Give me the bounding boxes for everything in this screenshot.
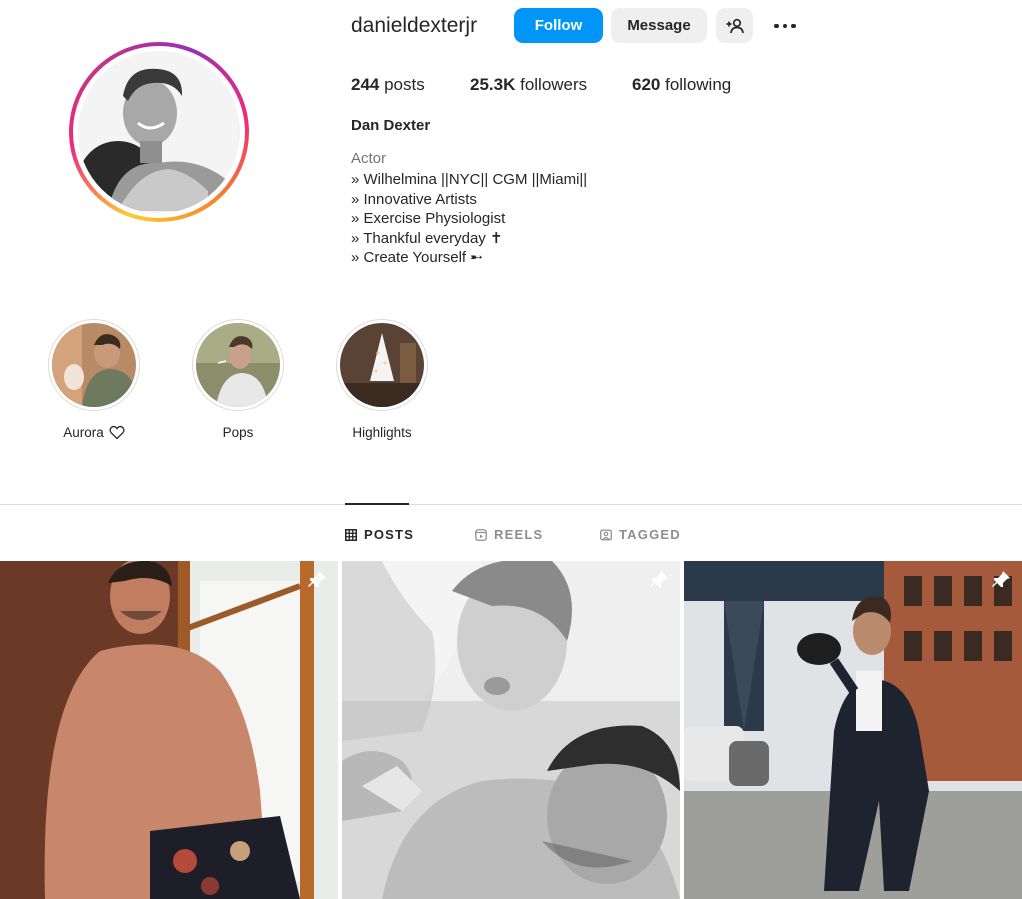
bio-line: » Create Yourself ➸ [351, 249, 483, 267]
dot [791, 23, 796, 29]
post-thumbnail[interactable] [684, 561, 1022, 899]
profile-category: Actor [351, 150, 387, 167]
tab-posts-label: POSTS [364, 527, 415, 542]
story-highlight-aurora[interactable]: Aurora [46, 319, 142, 440]
tab-reels-label: REELS [494, 527, 544, 542]
pinned-post-icon [306, 569, 328, 596]
avatar-frame [73, 46, 245, 218]
post-thumbnail[interactable] [342, 561, 680, 899]
highlight-cover-image [196, 323, 280, 407]
posts-count-label: posts [379, 75, 425, 94]
bio-line: » Wilhelmina ||NYC|| CGM ||Miami|| [351, 171, 588, 188]
following-count[interactable]: 620 following [632, 75, 731, 95]
highlight-label: Highlights [334, 425, 430, 440]
followers-count[interactable]: 25.3K followers [470, 75, 587, 95]
highlight-cover-image [340, 323, 424, 407]
highlight-cover-image [52, 323, 136, 407]
highlight-label-text: Aurora [63, 425, 104, 440]
bio-line: » Exercise Physiologist [351, 210, 506, 228]
followers-count-value: 25.3K [470, 75, 516, 94]
message-button[interactable]: Message [611, 8, 707, 43]
profile-username: danieldexterjr [351, 14, 478, 37]
followers-count-label: followers [515, 75, 588, 94]
tab-reels[interactable]: REELS [475, 527, 543, 542]
tab-tagged[interactable]: TAGGED [600, 527, 681, 542]
following-count-label: following [660, 75, 732, 94]
more-options-icon[interactable] [770, 14, 800, 38]
profile-bio: » Wilhelmina ||NYC|| CGM ||Miami|| » Inn… [351, 170, 587, 268]
highlight-cover [52, 323, 136, 407]
follow-button[interactable]: Follow [514, 8, 603, 43]
bio-line: » Innovative Artists [351, 190, 477, 208]
highlight-ring [192, 319, 284, 411]
highlight-label: Aurora [46, 425, 142, 440]
posts-count[interactable]: 244 posts [351, 75, 425, 95]
tagged-icon [600, 529, 612, 540]
avatar[interactable] [78, 51, 240, 213]
highlight-cover [340, 323, 424, 407]
dot [774, 23, 779, 29]
post-image [684, 561, 1022, 899]
profile-avatar-story-ring[interactable] [69, 42, 249, 222]
profile-full-name: Dan Dexter [351, 117, 431, 134]
highlight-ring [48, 319, 140, 411]
story-highlight-pops[interactable]: Pops [190, 319, 286, 440]
pinned-post-icon [990, 569, 1012, 596]
tab-posts[interactable]: POSTS [345, 527, 414, 542]
avatar-photo [78, 51, 238, 213]
add-user-button[interactable] [716, 8, 753, 43]
tab-tagged-label: TAGGED [619, 527, 681, 542]
grid-icon [345, 528, 357, 541]
highlight-ring [336, 319, 428, 411]
highlight-cover [196, 323, 280, 407]
highlight-label: Pops [190, 425, 286, 440]
heart-outline-icon [109, 425, 125, 440]
dot [782, 23, 788, 29]
post-thumbnail[interactable] [0, 561, 338, 899]
post-image [342, 561, 680, 899]
posts-count-value: 244 [351, 75, 380, 94]
highlight-label-text: Pops [222, 425, 254, 440]
post-image [0, 561, 338, 899]
bio-line: » Thankful everyday ✝ [351, 229, 503, 247]
active-tab-indicator [345, 503, 409, 505]
story-highlight-highlights[interactable]: Highlights [334, 319, 430, 440]
reels-icon [475, 528, 487, 541]
add-user-icon [726, 18, 744, 33]
highlight-label-text: Highlights [352, 425, 412, 440]
pinned-post-icon [648, 569, 670, 596]
tabs-divider [0, 504, 1022, 505]
following-count-value: 620 [632, 75, 661, 94]
